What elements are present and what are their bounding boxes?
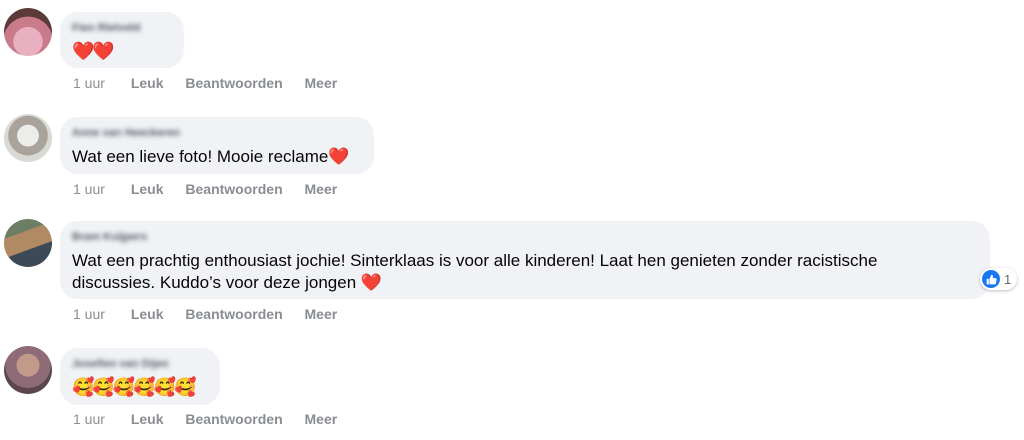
avatar[interactable] (4, 219, 52, 267)
avatar[interactable] (4, 114, 52, 162)
comment-bubble: Bram Kuijpers Wat een prachtig enthousia… (60, 221, 990, 299)
comment-text: ❤️❤️ (72, 41, 115, 61)
reply-link[interactable]: Beantwoorden (185, 411, 282, 427)
comment-actions: 1 uur Leuk Beantwoorden Meer (73, 75, 355, 91)
reply-link[interactable]: Beantwoorden (185, 181, 282, 197)
comment-timestamp[interactable]: 1 uur (73, 75, 105, 91)
like-link[interactable]: Leuk (131, 75, 164, 91)
more-link[interactable]: Meer (305, 75, 338, 91)
reply-link[interactable]: Beantwoorden (185, 75, 282, 91)
comment-text: 🥰🥰🥰🥰🥰🥰 (72, 377, 196, 397)
like-link[interactable]: Leuk (131, 306, 164, 322)
comment-bubble: Fien Rietveld ❤️❤️ (60, 12, 184, 68)
comment-author[interactable]: Bram Kuijpers (72, 231, 978, 243)
comment-text: Wat een lieve foto! Mooie reclame❤️ (72, 147, 350, 166)
comment-author[interactable]: Fien Rietveld (72, 22, 172, 34)
reaction-count: 1 (1004, 271, 1012, 287)
like-link[interactable]: Leuk (131, 411, 164, 427)
more-link[interactable]: Meer (305, 306, 338, 322)
comment-actions: 1 uur Leuk Beantwoorden Meer (73, 306, 355, 322)
comment-timestamp[interactable]: 1 uur (73, 181, 105, 197)
avatar[interactable] (4, 8, 52, 56)
more-link[interactable]: Meer (305, 181, 338, 197)
comment-bubble: Anne van Heeckeren Wat een lieve foto! M… (60, 117, 374, 174)
comment-author[interactable]: Josefien van Dijen (72, 358, 208, 370)
avatar[interactable] (4, 346, 52, 394)
thumbs-up-icon (982, 270, 1000, 288)
comment-actions: 1 uur Leuk Beantwoorden Meer (73, 181, 355, 197)
comment-timestamp[interactable]: 1 uur (73, 306, 105, 322)
reply-link[interactable]: Beantwoorden (185, 306, 282, 322)
reaction-badge[interactable]: 1 (980, 268, 1018, 290)
comment-bubble: Josefien van Dijen 🥰🥰🥰🥰🥰🥰 (60, 348, 220, 405)
comment-timestamp[interactable]: 1 uur (73, 411, 105, 427)
comment-actions: 1 uur Leuk Beantwoorden Meer (73, 411, 355, 427)
comment-text: Wat een prachtig enthousiast jochie! Sin… (72, 251, 878, 292)
like-link[interactable]: Leuk (131, 181, 164, 197)
comment-author[interactable]: Anne van Heeckeren (72, 127, 362, 139)
more-link[interactable]: Meer (305, 411, 338, 427)
